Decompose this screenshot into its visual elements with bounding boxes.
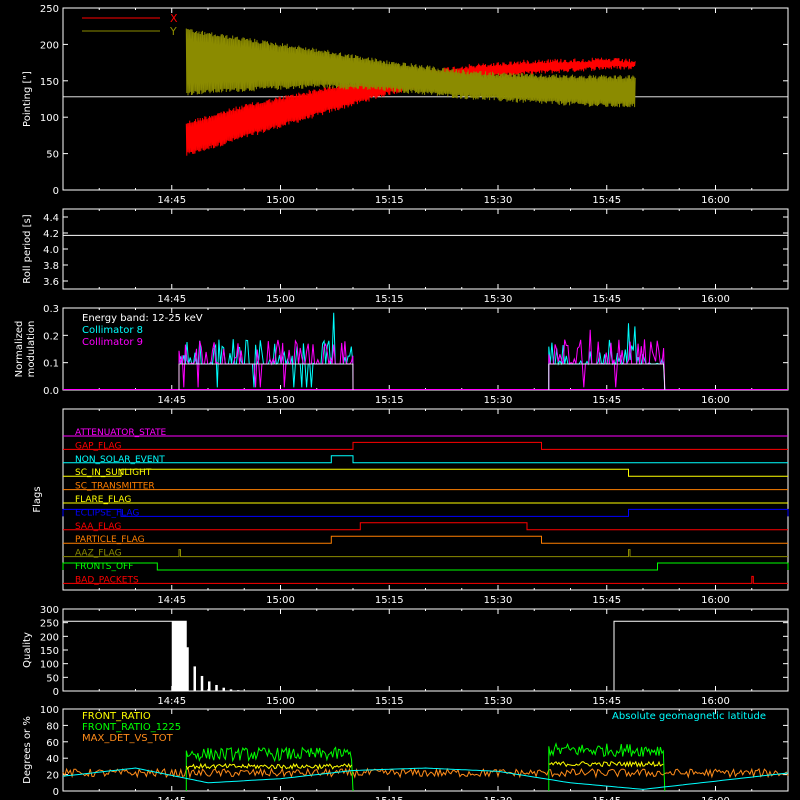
pointing-ylabel: Pointing ["] <box>22 71 33 127</box>
pointing-ytick-label-5: 250 <box>40 4 59 15</box>
quality-decay-bar-4 <box>215 684 218 691</box>
modulation-xtick-label-1: 15:00 <box>266 395 295 406</box>
pointing-xtick-label-2: 15:15 <box>375 195 404 206</box>
modulation-ytick-label-2: 0.2 <box>43 331 59 342</box>
quality-ytick-label-0: 0 <box>53 687 59 698</box>
pointing-xtick-label-5: 16:00 <box>701 195 730 206</box>
modulation-ylabel-1: modulation <box>26 321 37 378</box>
latitude-xtick-label-5: 16:00 <box>701 796 730 800</box>
latitude-xtick-label-1: 15:00 <box>266 796 295 800</box>
latitude-right-label: Absolute geomagnetic latitude <box>612 711 766 722</box>
flags-ylabel: Flags <box>32 486 43 512</box>
latitude-ytick-label-3: 60 <box>46 738 59 749</box>
roll-ytick-label-1: 3.8 <box>43 261 59 272</box>
roll-ylabel: Roll period [s] <box>22 214 33 283</box>
quality-ylabel: Quality <box>22 632 33 668</box>
latitude-legend-label-2: MAX_DET_VS_TOT <box>82 733 174 744</box>
modulation-xtick-label-4: 15:45 <box>592 395 621 406</box>
quality-decay-bar-6 <box>229 689 233 691</box>
modulation-xtick-label-0: 14:45 <box>157 395 186 406</box>
stacked-time-series-figure: 14:45 15:00 15:15 15:30 15:45 16:00 0 50 100 150 2… <box>0 0 800 800</box>
pointing-legend-label-0: X <box>170 12 178 25</box>
pointing-ytick-label-4: 200 <box>40 40 59 51</box>
flags-xtick-label-0: 14:45 <box>157 595 186 606</box>
latitude-xtick-label-0: 14:45 <box>157 796 186 800</box>
latitude-ytick-label-2: 40 <box>46 754 59 765</box>
flags-xtick-label-1: 15:00 <box>266 595 295 606</box>
quality-xtick-label-4: 15:45 <box>592 696 621 707</box>
modulation-ylabel-0: Normalized <box>14 321 25 378</box>
quality-xtick-label-2: 15:15 <box>375 696 404 707</box>
modulation-xtick-label-3: 15:30 <box>484 395 513 406</box>
modulation-annotation-1: Collimator 8 <box>82 325 143 336</box>
latitude-xtick-label-2: 15:15 <box>375 796 404 800</box>
latitude-xtick-label-3: 15:30 <box>484 796 513 800</box>
roll-ytick-label-3: 4.2 <box>43 229 59 240</box>
latitude-legend-label-1: FRONT_RATIO_1225 <box>82 722 181 733</box>
modulation-ytick-label-3: 0.3 <box>43 304 59 315</box>
latitude-ytick-label-0: 0 <box>53 787 59 798</box>
quality-ytick-label-4: 200 <box>40 632 59 643</box>
flags-xtick-label-4: 15:45 <box>592 595 621 606</box>
quality-decay-bar-7 <box>237 690 240 691</box>
quality-decay-bar-5 <box>222 687 225 691</box>
modulation-ytick-label-1: 0.1 <box>43 359 59 370</box>
modulation-xtick-label-5: 16:00 <box>701 395 730 406</box>
pointing-ytick-label-2: 100 <box>40 113 59 124</box>
modulation-ytick-label-0: 0.0 <box>43 386 59 397</box>
roll-ytick-label-4: 4.4 <box>43 213 59 224</box>
quality-ytick-label-5: 250 <box>40 619 59 630</box>
pointing-xtick-label-0: 14:45 <box>157 195 186 206</box>
quality-ytick-label-3: 150 <box>40 646 59 657</box>
pointing-xtick-label-4: 15:45 <box>592 195 621 206</box>
roll-xtick-label-1: 15:00 <box>266 294 295 305</box>
flags-xtick-label-5: 16:00 <box>701 595 730 606</box>
modulation-annotation-0: Energy band: 12-25 keV <box>82 313 203 324</box>
pointing-ytick-label-3: 150 <box>40 77 59 88</box>
quality-ytick-label-2: 100 <box>40 660 59 671</box>
pointing-xtick-label-1: 15:00 <box>266 195 295 206</box>
roll-xtick-label-5: 16:00 <box>701 294 730 305</box>
flags-xtick-label-3: 15:30 <box>484 595 513 606</box>
pointing-ytick-label-0: 0 <box>53 186 59 197</box>
roll-xtick-label-0: 14:45 <box>157 294 186 305</box>
roll-xtick-label-2: 15:15 <box>375 294 404 305</box>
quality-xtick-label-0: 14:45 <box>157 696 186 707</box>
latitude-xtick-label-4: 15:45 <box>592 796 621 800</box>
quality-solid-block <box>171 621 187 691</box>
modulation-annotation-2: Collimator 9 <box>82 337 143 348</box>
latitude-ytick-label-1: 20 <box>46 771 59 782</box>
quality-decay-bar-3 <box>208 681 211 691</box>
quality-decay-bar-1 <box>193 666 196 691</box>
latitude-legend-label-0: FRONT_RATIO <box>82 711 151 722</box>
latitude-ylabel: Degrees or % <box>22 716 33 784</box>
pointing-xtick-label-3: 15:30 <box>484 195 513 206</box>
quality-ytick-label-6: 300 <box>40 605 59 616</box>
latitude-ytick-label-5: 100 <box>40 705 59 716</box>
quality-xtick-label-5: 16:00 <box>701 696 730 707</box>
flags-xtick-label-2: 15:15 <box>375 595 404 606</box>
roll-ytick-label-2: 4.0 <box>43 245 59 256</box>
modulation-xtick-label-2: 15:15 <box>375 395 404 406</box>
quality-ytick-label-1: 50 <box>46 673 59 684</box>
quality-xtick-label-3: 15:30 <box>484 696 513 707</box>
roll-xtick-label-4: 15:45 <box>592 294 621 305</box>
quality-xtick-label-1: 15:00 <box>266 696 295 707</box>
pointing-ytick-label-1: 50 <box>46 150 59 161</box>
quality-decay-bar-2 <box>200 675 204 691</box>
roll-xtick-label-3: 15:30 <box>484 294 513 305</box>
pointing-legend-label-1: Y <box>169 25 177 38</box>
latitude-ytick-label-4: 80 <box>46 721 59 732</box>
roll-ytick-label-0: 3.6 <box>43 277 59 288</box>
quality-decay-bar-0 <box>186 647 189 691</box>
